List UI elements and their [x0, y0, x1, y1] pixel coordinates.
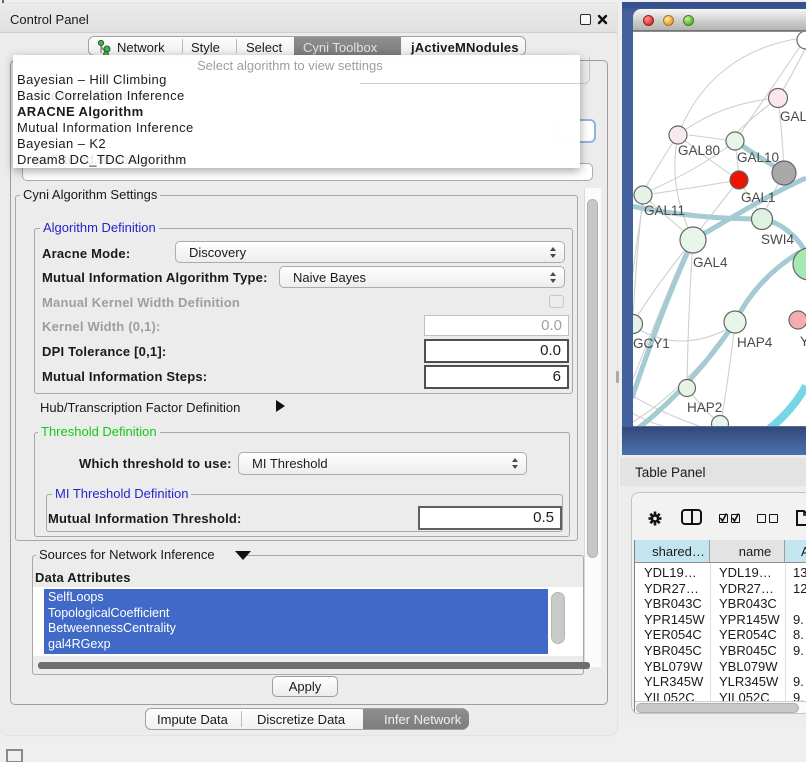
- svg-text:HAP2: HAP2: [687, 400, 722, 415]
- svg-text:GAL80: GAL80: [678, 143, 720, 158]
- svg-text:GAL4: GAL4: [693, 255, 728, 270]
- svg-text:Y: Y: [800, 334, 806, 349]
- svg-text:SWI4: SWI4: [761, 232, 794, 247]
- svg-text:GAL2: GAL2: [780, 109, 806, 124]
- svg-text:GCY1: GCY1: [633, 336, 670, 351]
- svg-text:GAL1: GAL1: [741, 190, 776, 205]
- svg-text:GAL11: GAL11: [644, 203, 685, 218]
- svg-text:HAP4: HAP4: [737, 335, 773, 350]
- svg-text:GAL10: GAL10: [737, 150, 779, 165]
